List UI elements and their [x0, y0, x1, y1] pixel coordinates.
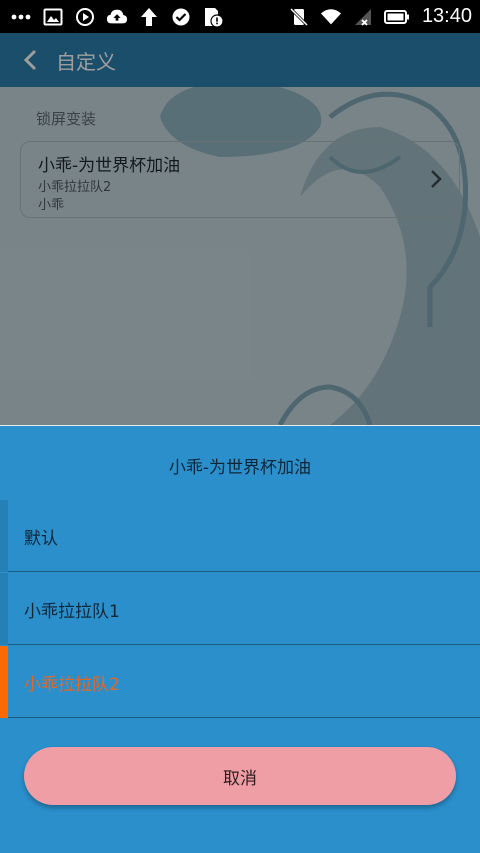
- option-label: 小乖拉拉队1: [24, 602, 120, 622]
- option-indicator: [0, 646, 8, 718]
- option-indicator: [0, 500, 8, 572]
- signal-icon: [352, 6, 374, 28]
- theme-card[interactable]: 小乖-为世界杯加油 小乖拉拉队2 小乖: [20, 141, 460, 218]
- sheet-title: 小乖-为世界杯加油: [168, 458, 312, 478]
- wifi-icon: [320, 6, 342, 28]
- status-bar-left: [10, 6, 224, 28]
- app-bar: 自定义: [0, 33, 480, 87]
- back-button[interactable]: [6, 33, 54, 87]
- option-sheet: 小乖-为世界杯加油 默认 小乖拉拉队1 小乖拉拉队2 取消: [0, 425, 480, 853]
- battery-icon: [383, 6, 410, 28]
- card-subtitle: 小乖拉拉队2: [38, 180, 112, 195]
- page-title: 自定义: [56, 49, 116, 74]
- check-circle-icon: [170, 6, 192, 28]
- vibrate-off-icon: [288, 6, 310, 28]
- sd-card-alert-icon: [202, 6, 224, 28]
- section-label: 锁屏变装: [36, 110, 97, 128]
- more-dots-icon: [10, 6, 32, 28]
- card-title: 小乖-为世界杯加油: [38, 156, 181, 176]
- sheet-divider: [0, 425, 480, 426]
- image-icon: [42, 6, 64, 28]
- status-time: 13:40: [421, 5, 472, 27]
- upload-arrow-icon: [138, 6, 160, 28]
- background-illustration: [160, 87, 480, 425]
- option-cheer-squad-2[interactable]: 小乖拉拉队2: [0, 646, 480, 718]
- option-cheer-squad-1[interactable]: 小乖拉拉队1: [0, 573, 480, 645]
- chevron-right-icon: [431, 170, 442, 188]
- option-indicator: [0, 573, 8, 645]
- status-bar: 13:40: [0, 0, 480, 33]
- option-label: 小乖拉拉队2: [24, 675, 120, 695]
- status-bar-right: 13:40: [288, 5, 472, 28]
- option-label: 默认: [24, 529, 58, 549]
- cancel-button[interactable]: 取消: [24, 747, 456, 805]
- card-subtitle-secondary: 小乖: [38, 198, 65, 213]
- chevron-left-icon: [23, 49, 37, 71]
- app-content: 自定义 锁屏变装 小乖-为世界杯加油 小乖拉拉队2 小乖: [0, 33, 480, 425]
- option-default[interactable]: 默认: [0, 500, 480, 572]
- play-icon: [74, 6, 96, 28]
- cloud-upload-icon: [106, 6, 128, 28]
